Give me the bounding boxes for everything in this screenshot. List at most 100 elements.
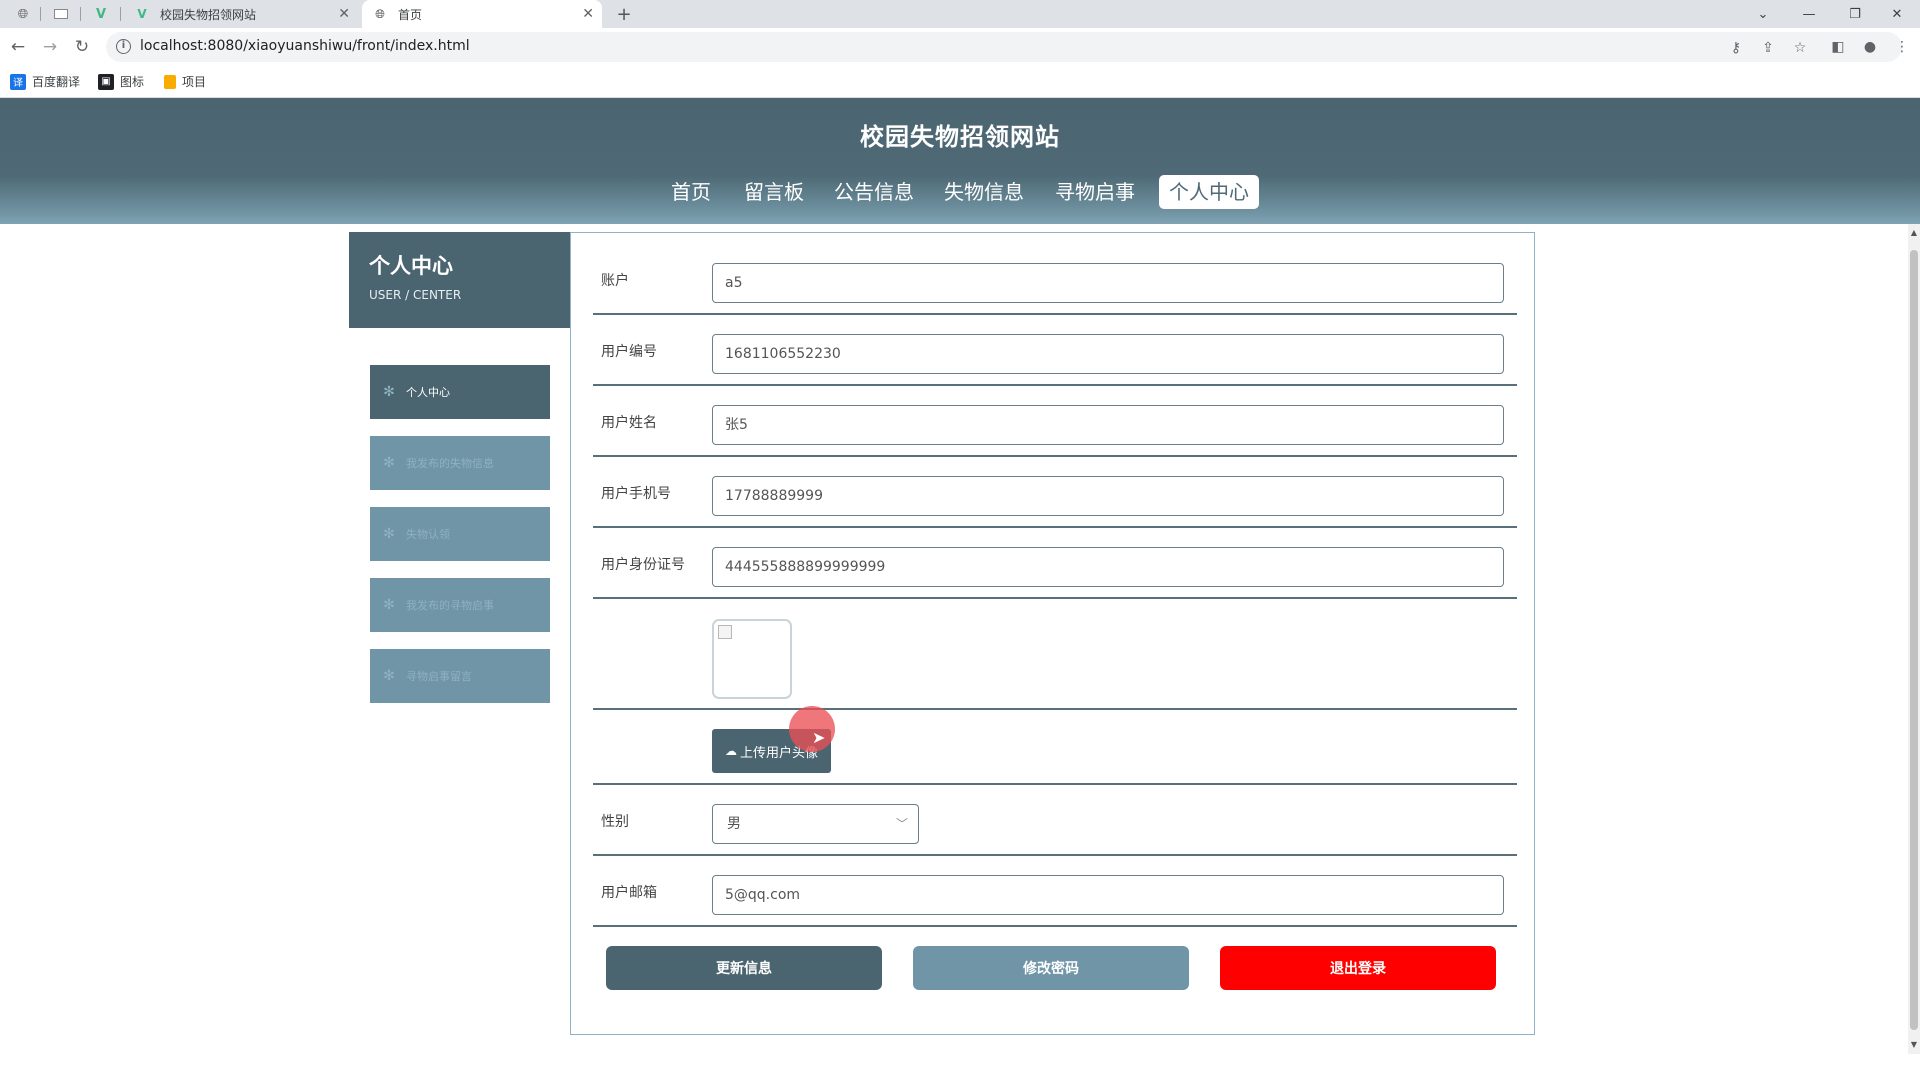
user-name-input[interactable]: 张5 <box>712 405 1504 445</box>
globe-icon[interactable]: 🌐︎ <box>14 5 32 23</box>
update-info-button[interactable]: 更新信息 <box>606 946 882 990</box>
account-input[interactable]: a5 <box>712 263 1504 303</box>
row-divider <box>593 455 1517 457</box>
close-icon[interactable]: ✕ <box>582 6 594 22</box>
side-panel-icon[interactable]: ◧ <box>1826 36 1850 58</box>
profile-icon[interactable]: ● <box>1858 36 1882 58</box>
phone-label: 用户手机号 <box>601 486 671 502</box>
sidebar-item-notice-comments[interactable]: ✻ 寻物启事留言 <box>370 649 550 703</box>
gender-value: 男 <box>727 816 741 832</box>
star-icon[interactable]: ☆ <box>1790 38 1810 58</box>
key-icon[interactable]: ⚷ <box>1726 38 1746 58</box>
reload-icon[interactable]: ↻ <box>70 36 94 58</box>
bookmark-project[interactable]: 项目 <box>164 73 206 90</box>
bookmark-icons[interactable]: ▣ 图标 <box>98 73 144 90</box>
bookmark-label: 图标 <box>120 75 145 89</box>
user-name-label: 用户姓名 <box>601 415 657 431</box>
sidebar-item-label: 寻物启事留言 <box>406 670 472 683</box>
new-tab-icon[interactable]: + <box>615 4 633 25</box>
row-divider <box>593 313 1517 315</box>
sidebar-item-label: 个人中心 <box>406 386 450 399</box>
blank-tab-icon[interactable] <box>52 5 70 23</box>
gender-select[interactable]: 男 ﹀ <box>712 804 919 844</box>
translate-icon: 译 <box>10 73 26 90</box>
bookmark-label: 百度翻译 <box>32 75 81 89</box>
user-id-label: 用户编号 <box>601 344 657 360</box>
cloud-upload-icon: ☁ <box>724 744 737 758</box>
url-text[interactable]: localhost:8080/xiaoyuanshiwu/front/index… <box>140 38 470 54</box>
close-window-icon[interactable]: ✕ <box>1874 0 1920 28</box>
scroll-up-icon[interactable]: ▲ <box>1908 226 1920 240</box>
sidebar-header: 个人中心 USER / CENTER <box>349 232 571 328</box>
main-nav: 首页 留言板 公告信息 失物信息 寻物启事 个人中心 <box>0 175 1920 209</box>
image-icon: ▣ <box>98 73 114 90</box>
id-card-label: 用户身份证号 <box>601 557 685 573</box>
row-divider <box>593 384 1517 386</box>
tab-separator <box>40 7 41 21</box>
gender-label: 性别 <box>601 814 629 830</box>
sidebar-title: 个人中心 <box>369 254 453 278</box>
bookmarks-bar: 译 百度翻译 ▣ 图标 项目 <box>0 66 1920 98</box>
forward-icon[interactable]: → <box>38 36 62 58</box>
snowflake-icon: ✻ <box>383 455 395 471</box>
nav-user-center[interactable]: 个人中心 <box>1159 175 1259 209</box>
sidebar-item-my-lost-items[interactable]: ✻ 我发布的失物信息 <box>370 436 550 490</box>
sidebar-subtitle: USER / CENTER <box>369 288 462 302</box>
sidebar-item-label: 我发布的失物信息 <box>406 457 494 470</box>
email-input[interactable]: 5@qq.com <box>712 875 1504 915</box>
scroll-down-icon[interactable]: ▼ <box>1908 1038 1920 1052</box>
broken-image-icon <box>718 625 732 639</box>
user-id-input[interactable]: 1681106552230 <box>712 334 1504 374</box>
address-bar-row: ← → ↻ i localhost:8080/xiaoyuanshiwu/fro… <box>0 28 1920 66</box>
vue-icon[interactable]: V <box>92 5 110 23</box>
row-divider <box>593 526 1517 528</box>
share-icon[interactable]: ⇪ <box>1758 38 1778 58</box>
globe-icon: 🌐︎ <box>375 6 385 21</box>
id-card-input[interactable]: 444555888899999999 <box>712 547 1504 587</box>
change-password-button[interactable]: 修改密码 <box>913 946 1189 990</box>
tab-separator <box>80 7 81 21</box>
url-bar[interactable]: i localhost:8080/xiaoyuanshiwu/front/ind… <box>106 32 1902 62</box>
account-label: 账户 <box>601 273 629 289</box>
sidebar-item-claims[interactable]: ✻ 失物认领 <box>370 507 550 561</box>
row-divider <box>593 925 1517 927</box>
tab-xiaoyuan[interactable]: V 校园失物招领网站 ✕ <box>124 0 358 28</box>
back-icon[interactable]: ← <box>6 36 30 58</box>
phone-input[interactable]: 17788889999 <box>712 476 1504 516</box>
nav-lost-items[interactable]: 失物信息 <box>940 175 1028 209</box>
scrollbar-thumb[interactable] <box>1910 250 1918 1030</box>
minimize-icon[interactable]: — <box>1786 0 1832 28</box>
sidebar-item-label: 我发布的寻物启事 <box>406 599 494 612</box>
row-divider <box>593 708 1517 710</box>
snowflake-icon: ✻ <box>383 384 395 400</box>
sidebar-item-my-lost-notices[interactable]: ✻ 我发布的寻物启事 <box>370 578 550 632</box>
close-icon[interactable]: ✕ <box>338 6 350 22</box>
chevron-down-icon: ﹀ <box>895 817 908 831</box>
row-divider <box>593 783 1517 785</box>
site-header: 校园失物招领网站 首页 留言板 公告信息 失物信息 寻物启事 个人中心 <box>0 98 1920 224</box>
email-label: 用户邮箱 <box>601 885 657 901</box>
cursor-icon: ➤ <box>812 728 826 747</box>
profile-form-panel: 账户 a5 用户编号 1681106552230 用户姓名 张5 用户手机号 1… <box>570 232 1535 1035</box>
snowflake-icon: ✻ <box>383 526 395 542</box>
menu-icon[interactable]: ⋮ <box>1890 36 1914 58</box>
nav-message-board[interactable]: 留言板 <box>740 175 808 209</box>
nav-home[interactable]: 首页 <box>664 175 718 209</box>
row-divider <box>593 597 1517 599</box>
sidebar-item-user-center[interactable]: ✻ 个人中心 <box>370 365 550 419</box>
tab-home[interactable]: 🌐︎ 首页 ✕ <box>362 0 602 28</box>
tab-title: 校园失物招领网站 <box>160 7 257 22</box>
nav-announcements[interactable]: 公告信息 <box>830 175 918 209</box>
snowflake-icon: ✻ <box>383 668 395 684</box>
nav-lost-notices[interactable]: 寻物启事 <box>1050 175 1140 209</box>
row-divider <box>593 854 1517 856</box>
bookmark-label: 项目 <box>182 75 207 89</box>
chevron-down-icon[interactable]: ⌄ <box>1740 0 1786 28</box>
avatar-preview <box>712 619 792 699</box>
restore-icon[interactable]: ❐ <box>1832 0 1878 28</box>
info-icon[interactable]: i <box>116 39 131 54</box>
snowflake-icon: ✻ <box>383 597 395 613</box>
tab-separator <box>120 7 121 21</box>
bookmark-baidu-translate[interactable]: 译 百度翻译 <box>10 73 80 90</box>
logout-button[interactable]: 退出登录 <box>1220 946 1496 990</box>
